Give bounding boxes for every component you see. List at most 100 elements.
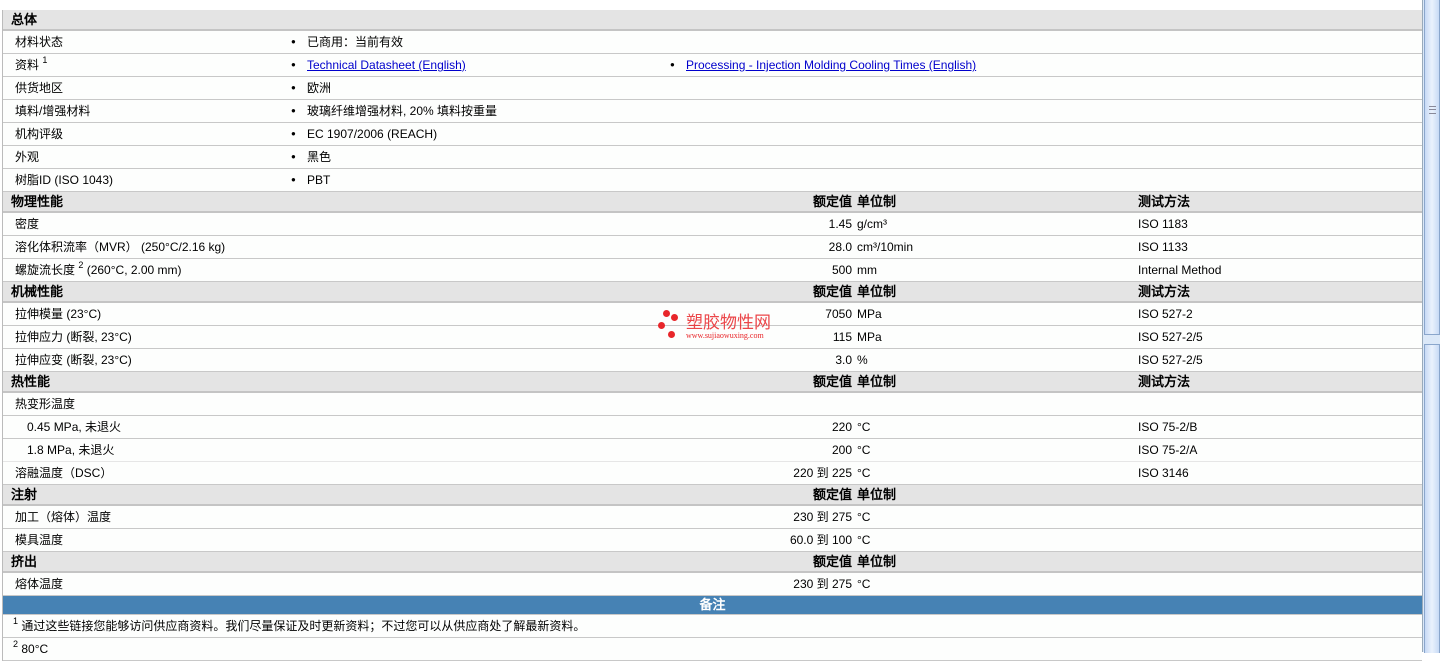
property-name: 外观 [15,150,40,164]
property-label: 溶化体积流率（MVR） (250°C/2.16 kg) [15,236,225,258]
test-method: ISO 1133 [1138,240,1188,254]
property-name: 拉伸应变 (断裂, 23°C) [15,353,132,367]
watermark-url: www.sujiaowuxing.com [686,331,764,340]
note-content: 80°C [21,642,49,656]
table-row: 外观 ● 黑色 [3,146,1422,169]
datasheet-link[interactable]: Technical Datasheet (English) [307,54,466,76]
property-label: 熔体温度 [15,573,63,595]
table-row: 拉伸应变 (断裂, 23°C) 3.0% ISO 527-2/5 [3,349,1422,372]
unit: cm³/10min [857,240,914,254]
nominal-value: 220 到 225 [793,466,852,480]
property-name: 资料 [15,58,40,72]
property-name: 热变形温度 [15,397,76,411]
bullet-icon: ● [291,106,296,115]
property-label: 加工（熔体）温度 [15,506,111,528]
table-row: 热变形温度 [3,393,1422,416]
property-label: 热变形温度 [15,393,75,415]
property-label: 外观 [15,146,39,168]
property-value: EC 1907/2006 (REACH) [307,127,438,141]
unit-header: 单位制 [857,554,897,569]
note-content: 通过这些链接您能够访问供应商资料。我们尽量保证及时更新资料；不过您可以从供应商处… [21,619,586,633]
nominal-value: 220 [831,420,852,434]
property-label: 模具温度 [15,529,63,551]
value-header: 额定值 [812,554,852,569]
property-label: 供货地区 [15,77,63,99]
scrollbar-thumb[interactable] [1424,0,1440,335]
unit: °C [857,577,871,591]
table-row: 模具温度 60.0 到 100 °C [3,529,1422,552]
scrollbar-track[interactable] [1424,344,1440,653]
property-name: 材料状态 [15,35,64,49]
property-label: 拉伸模量 (23°C) [15,303,101,325]
table-row: 加工（熔体）温度 230 到 275 °C [3,506,1422,529]
section-title: 热性能 [11,374,51,389]
test-method: ISO 527-2/5 [1138,353,1203,367]
section-title: 挤出 [11,554,38,569]
nominal-value: 7050 [825,307,852,321]
grip-icon [1429,106,1436,114]
test-method: Internal Method [1138,263,1222,277]
unit-header: 单位制 [857,374,897,389]
property-value: PBT [307,173,331,187]
value-header: 额定值 [812,194,852,209]
note-row: 1 通过这些链接您能够访问供应商资料。我们尽量保证及时更新资料；不过您可以从供应… [3,615,1422,638]
unit: % [857,353,868,367]
property-label: 1.8 MPa, 未退火 [27,439,114,461]
unit: °C [857,510,871,524]
table-row: 材料状态 ● 已商用：当前有效 [3,31,1422,54]
property-name: 模具温度 [15,533,64,547]
property-name: 机构评级 [15,127,64,141]
value-header: 额定值 [812,284,852,299]
note-row: 2 80°C [3,638,1422,661]
unit: °C [857,533,871,547]
unit-header: 单位制 [857,284,897,299]
test-method: ISO 1183 [1138,217,1188,231]
test-method: ISO 3146 [1138,466,1189,480]
section-title: 总体 [11,12,38,27]
property-label: 机构评级 [15,123,63,145]
section-header: 总体 [3,10,1422,31]
property-name: 溶融温度（DSC） [15,466,113,480]
note-text: 2 80°C [13,638,48,660]
property-label: 资料 1 [15,54,47,76]
method-header: 测试方法 [1138,284,1191,299]
unit: °C [857,420,871,434]
test-method: ISO 75-2/B [1138,420,1198,434]
unit: °C [857,443,871,457]
unit: MPa [857,307,882,321]
unit: mm [857,263,877,277]
property-name: 填料/增强材料 [15,104,91,118]
section-header: 机械性能 额定值 单位制 测试方法 [3,282,1422,303]
nominal-value: 115 [832,330,852,344]
notes-header: 备注 [3,596,1422,615]
table-row: 树脂ID (ISO 1043) ● PBT [3,169,1422,192]
table-row: 1.8 MPa, 未退火 200 °C ISO 75-2/A [3,439,1422,462]
property-label: 拉伸应力 (断裂, 23°C) [15,326,132,348]
bullet-icon: ● [670,60,675,69]
table-row: 0.45 MPa, 未退火 220 °C ISO 75-2/B [3,416,1422,439]
property-name: 1.8 MPa, 未退火 [27,443,115,457]
section-header: 热性能 额定值 单位制 测试方法 [3,372,1422,393]
method-header: 测试方法 [1138,374,1191,389]
nominal-value: 230 到 275 [793,510,852,524]
section-title: 机械性能 [11,284,64,299]
property-label: 0.45 MPa, 未退火 [27,416,121,438]
property-name: 螺旋流长度 [15,263,76,277]
unit: g/cm³ [857,217,887,231]
property-name: 熔体温度 [15,577,64,591]
nominal-value: 28.0 [828,240,852,254]
nominal-value: 60.0 到 100 [789,533,852,547]
footnote-number: 1 [13,616,19,626]
section-header: 注射 额定值 单位制 [3,485,1422,506]
nominal-value: 500 [831,263,852,277]
property-value: 黑色 [307,150,332,164]
property-name: 0.45 MPa, 未退火 [27,420,122,434]
table-row: 资料 1 ● Technical Datasheet (English) ● Proce… [3,54,1422,77]
vertical-scrollbar[interactable] [1422,0,1440,653]
processing-link[interactable]: Processing - Injection Molding Cooling T… [686,54,976,76]
section-title: 物理性能 [11,194,64,209]
property-name: 拉伸模量 (23°C) [15,307,102,321]
property-label: 树脂ID (ISO 1043) [15,169,113,191]
table-row: 螺旋流长度 2 (260°C, 2.00 mm) 500 mm Internal Me… [3,259,1422,282]
table-row: 熔体温度 230 到 275 °C [3,573,1422,596]
